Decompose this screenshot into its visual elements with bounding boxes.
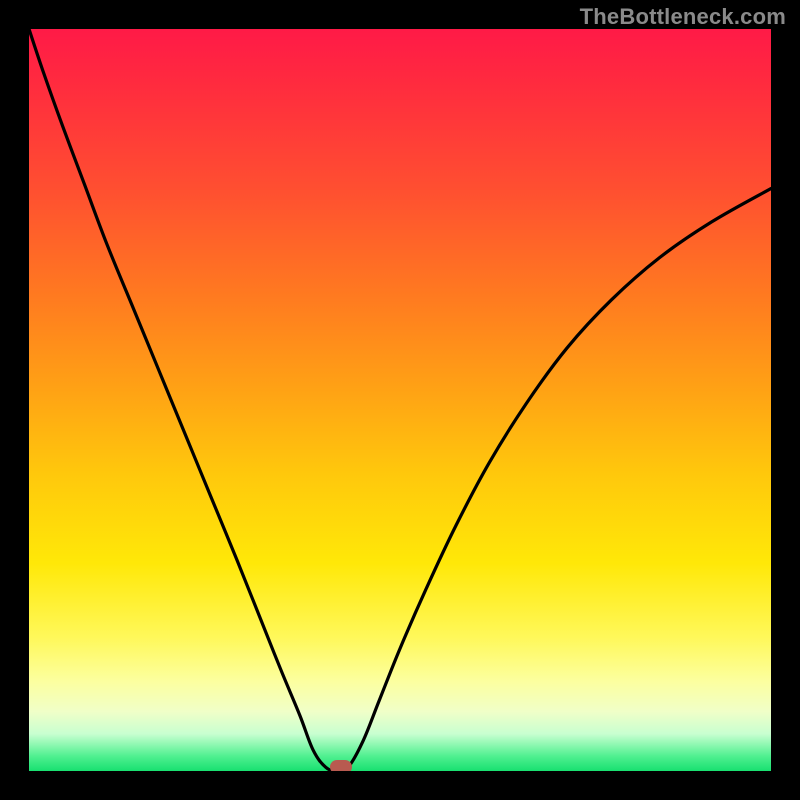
watermark-text: TheBottleneck.com [580,4,786,30]
chart-frame: TheBottleneck.com [0,0,800,800]
plot-area [29,29,771,771]
minimum-marker-icon [330,760,352,771]
bottleneck-curve [29,29,771,771]
